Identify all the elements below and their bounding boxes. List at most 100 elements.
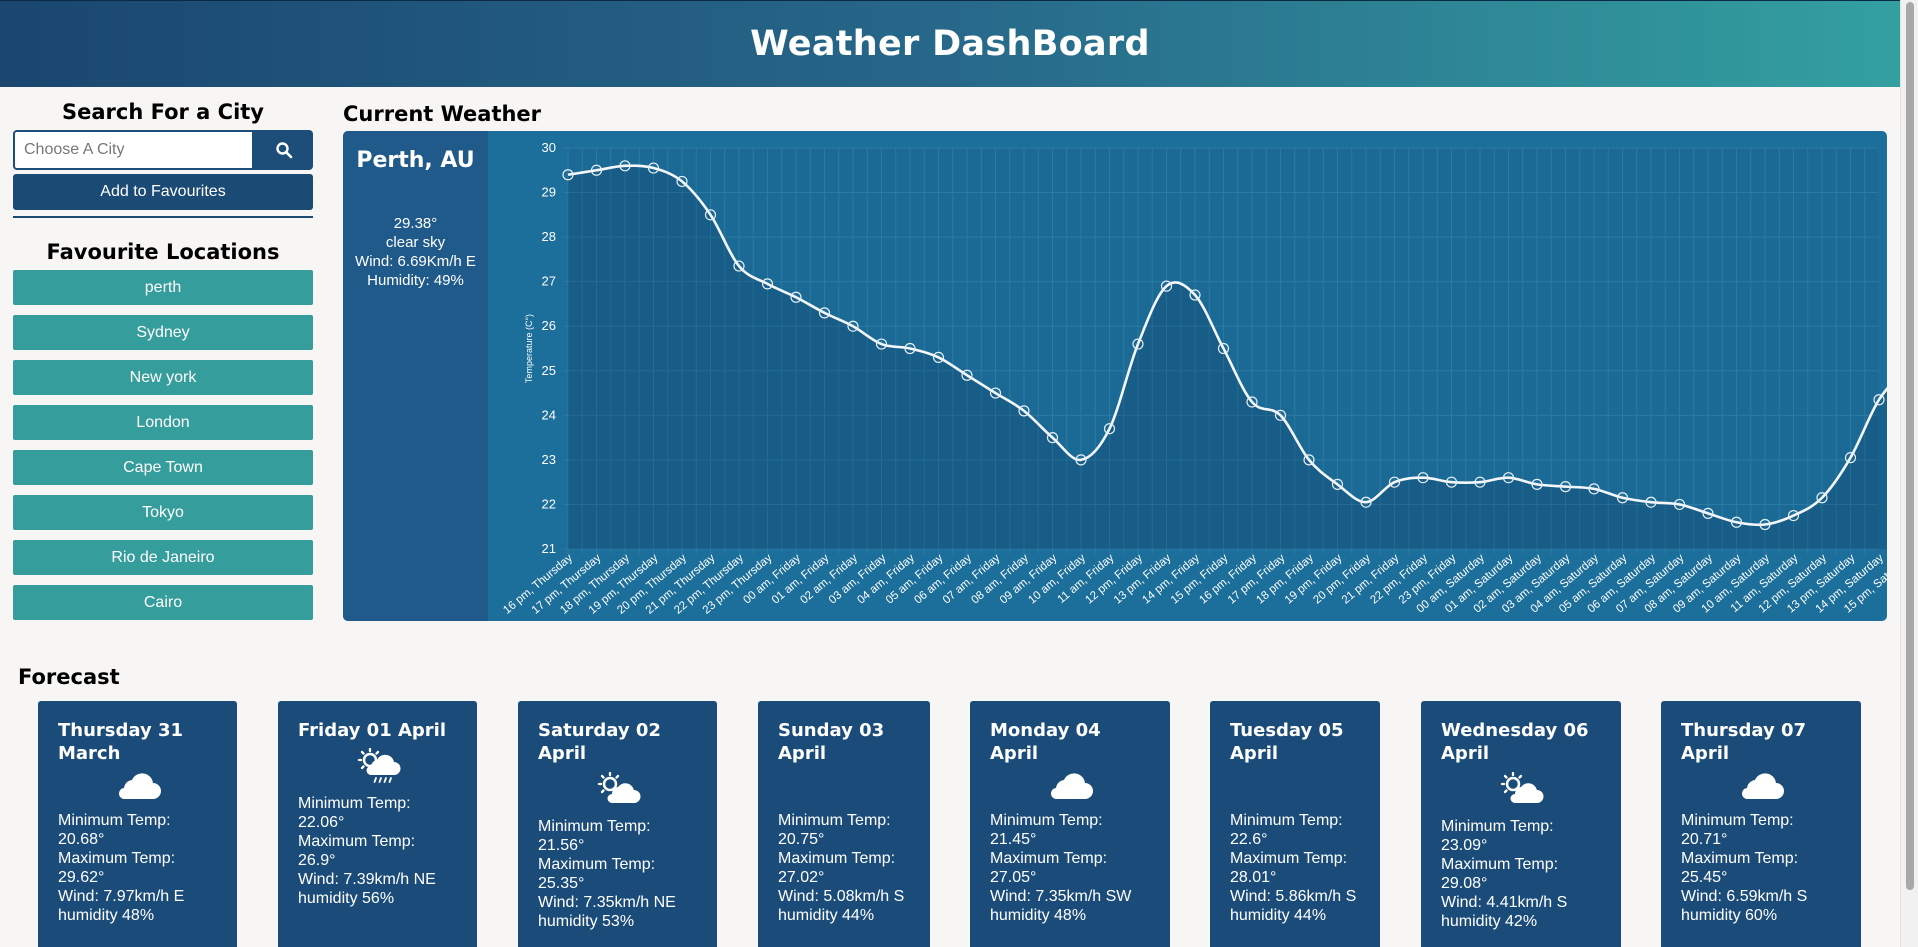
favourite-item-sydney[interactable]: Sydney: [13, 315, 313, 350]
forecast-day: Thursday 07 April: [1681, 720, 1807, 764]
forecast-max-temp: Maximum Temp: 26.9°: [298, 833, 416, 869]
forecast-humidity: humidity 48%: [58, 907, 155, 924]
forecast-humidity: humidity 48%: [990, 907, 1087, 924]
forecast-day: Friday 01 April: [298, 720, 447, 741]
current-humidity: Humidity: 49%: [367, 272, 464, 289]
y-tick-label: 30: [542, 140, 556, 155]
current-details: 29.38° clear sky Wind: 6.69Km/h E Humidi…: [343, 214, 488, 290]
forecast-wind: Wind: 7.39km/h NE: [298, 871, 436, 888]
forecast-max-temp: Maximum Temp: 29.62°: [58, 850, 176, 886]
current-description: clear sky: [385, 234, 446, 251]
y-tick-label: 26: [542, 318, 556, 333]
forecast-humidity: humidity 44%: [1230, 907, 1327, 924]
favourites-title: Favourite Locations: [46, 240, 280, 264]
forecast-card: Friday 01 April Minimum Temp: 22.06° Max…: [278, 701, 477, 947]
page-title: Weather DashBoard: [750, 24, 1150, 64]
favourite-item-rio-de-janeiro[interactable]: Rio de Janeiro: [13, 540, 313, 575]
forecast-card: Tuesday 05 April Minimum Temp: 22.6° Max…: [1210, 701, 1380, 947]
forecast-wind: Wind: 5.08km/h S: [778, 888, 905, 905]
favourite-item-cape-town[interactable]: Cape Town: [13, 450, 313, 485]
forecast-min-temp: Minimum Temp: 23.09°: [1441, 818, 1554, 854]
forecast-min-temp: Minimum Temp: 21.56°: [538, 818, 651, 854]
y-tick-label: 27: [542, 274, 556, 289]
current-wind: Wind: 6.69Km/h E: [355, 253, 476, 270]
forecast-humidity: humidity 42%: [1441, 913, 1538, 930]
forecast-stats: Minimum Temp: 20.68° Maximum Temp: 29.62…: [58, 811, 217, 925]
forecast-min-temp: Minimum Temp: 22.6°: [1230, 812, 1343, 848]
forecast-wind: Wind: 5.86km/h S: [1230, 888, 1357, 905]
forecast-humidity: humidity 44%: [778, 907, 875, 924]
forecast-max-temp: Maximum Temp: 25.45°: [1681, 850, 1799, 886]
scrollbar-thumb[interactable]: [1906, 2, 1914, 890]
search-title: Search For a City: [61, 100, 264, 124]
y-tick-label: 23: [542, 452, 556, 467]
add-to-favourites-button[interactable]: Add to Favourites: [13, 174, 313, 210]
forecast-min-temp: Minimum Temp: 22.06°: [298, 795, 411, 831]
cloud-icon: [118, 773, 161, 800]
header-bar: Weather DashBoard: [0, 0, 1900, 87]
forecast-card: Thursday 07 April Minimum Temp: 20.71° M…: [1661, 701, 1861, 947]
y-tick-label: 25: [542, 363, 556, 378]
forecast-wind: Wind: 7.35km/h NE: [538, 894, 676, 911]
current-weather-title: Current Weather: [343, 102, 542, 126]
forecast-stats: Minimum Temp: 22.06° Maximum Temp: 26.9°…: [298, 794, 457, 908]
y-tick-label: 29: [542, 185, 556, 200]
forecast-stats: Minimum Temp: 21.45° Maximum Temp: 27.05…: [990, 811, 1150, 925]
y-axis-label: Temperature (C°): [524, 314, 534, 383]
forecast-wind: Wind: 4.41km/h S: [1441, 894, 1568, 911]
forecast-wind: Wind: 6.59km/h S: [1681, 888, 1808, 905]
forecast-min-temp: Minimum Temp: 20.68°: [58, 812, 171, 848]
sidebar: Search For a City Add to Favourites Favo…: [13, 100, 313, 630]
favourite-item-tokyo[interactable]: Tokyo: [13, 495, 313, 530]
y-tick-label: 21: [542, 541, 556, 556]
cloud-icon: [1741, 773, 1784, 800]
favourite-item-new-york[interactable]: New york: [13, 360, 313, 395]
forecast-stats: Minimum Temp: 20.75° Maximum Temp: 27.02…: [778, 811, 910, 925]
cloud-icon: [1050, 773, 1093, 800]
forecast-card: Saturday 02 April Minimum Temp: 21.56° M…: [518, 701, 717, 947]
forecast-max-temp: Maximum Temp: 27.02°: [778, 850, 896, 886]
y-tick-label: 24: [542, 407, 556, 422]
forecast-stats: Minimum Temp: 20.71° Maximum Temp: 25.45…: [1681, 811, 1841, 925]
weather-icon-placeholder: [778, 771, 910, 801]
forecast-day: Monday 04 April: [990, 720, 1101, 764]
forecast-max-temp: Maximum Temp: 29.08°: [1441, 856, 1559, 892]
forecast-wind: Wind: 7.35km/h SW: [990, 888, 1132, 905]
forecast-humidity: humidity 53%: [538, 913, 635, 930]
forecast-card: Monday 04 April Minimum Temp: 21.45° Max…: [970, 701, 1170, 947]
forecast-max-temp: Maximum Temp: 28.01°: [1230, 850, 1348, 886]
forecast-stats: Minimum Temp: 21.56° Maximum Temp: 25.35…: [538, 817, 697, 931]
current-temp: 29.38°: [393, 215, 438, 232]
y-tick-label: 22: [542, 496, 556, 511]
search-button[interactable]: [254, 130, 313, 170]
favourite-item-london[interactable]: London: [13, 405, 313, 440]
forecast-wind: Wind: 7.97km/h E: [58, 888, 185, 905]
forecast-max-temp: Maximum Temp: 27.05°: [990, 850, 1108, 886]
forecast-day: Thursday 31 March: [58, 720, 184, 764]
search-icon: [275, 142, 292, 159]
city-search-input[interactable]: [13, 130, 254, 170]
sun-cloud-icon: [1500, 771, 1544, 803]
sun-cloud-icon: [597, 771, 640, 803]
forecast-day: Tuesday 05 April: [1230, 720, 1344, 764]
sun-cloud-rain-icon: [357, 748, 400, 783]
favourite-item-perth[interactable]: perth: [13, 270, 313, 305]
forecast-card: Wednesday 06 April Minimum Temp: 23.09° …: [1421, 701, 1621, 947]
forecast-min-temp: Minimum Temp: 20.71°: [1681, 812, 1794, 848]
sidebar-divider: [13, 216, 313, 218]
forecast-card: Sunday 03 April Minimum Temp: 20.75° Max…: [758, 701, 930, 947]
temperature-chart: 21 22 23 24 25 26 27 28 29 30 Temperature (C°) 16 p…: [488, 131, 1887, 621]
current-weather-summary: Perth, AU 29.38° clear sky Wind: 6.69Km/…: [343, 131, 488, 621]
page-scrollbar[interactable]: [1900, 0, 1918, 947]
forecast-title: Forecast: [18, 665, 120, 689]
weather-icon-placeholder: [1230, 771, 1360, 801]
forecast-max-temp: Maximum Temp: 25.35°: [538, 856, 656, 892]
favourite-item-cairo[interactable]: Cairo: [13, 585, 313, 620]
forecast-card: Thursday 31 March Minimum Temp: 20.68° M…: [38, 701, 237, 947]
forecast-min-temp: Minimum Temp: 21.45°: [990, 812, 1103, 848]
forecast-min-temp: Minimum Temp: 20.75°: [778, 812, 891, 848]
forecast-humidity: humidity 60%: [1681, 907, 1778, 924]
favourites-list: perth Sydney New york London Cape Town T…: [13, 270, 313, 620]
forecast-humidity: humidity 56%: [298, 890, 395, 907]
search-row: [13, 130, 313, 170]
